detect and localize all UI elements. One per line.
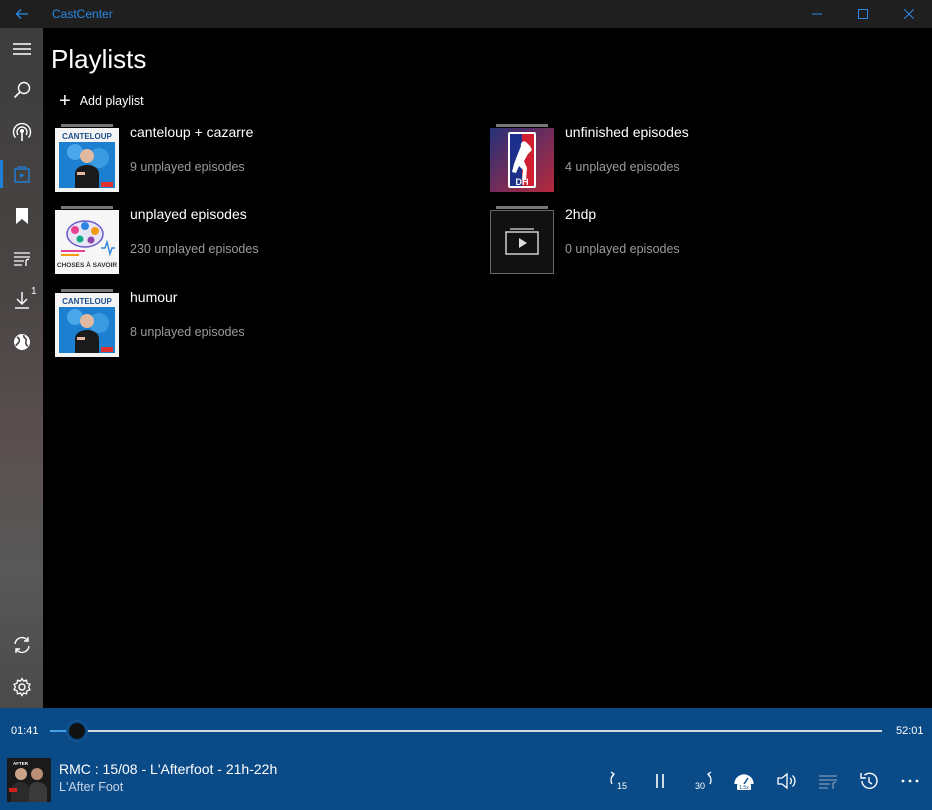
settings-gear-icon[interactable]	[0, 667, 43, 707]
video-placeholder-artwork	[490, 210, 554, 274]
svg-text:1.5x: 1.5x	[739, 785, 749, 791]
forward-30-icon[interactable]: 30	[686, 766, 720, 796]
playlist-count: 0 unplayed episodes	[565, 242, 680, 256]
dh-artwork: DH	[490, 128, 554, 192]
playback-speed-icon[interactable]: 1.5x	[727, 766, 761, 796]
page-title: Playlists	[51, 44, 147, 74]
svg-text:CHOSES À SAVOIR: CHOSES À SAVOIR	[57, 260, 118, 269]
maximize-icon[interactable]	[840, 0, 886, 28]
rewind-15-icon[interactable]: 15	[602, 766, 636, 796]
playlist-item[interactable]: DH unfinished episodes 4 unplayed episod…	[490, 124, 910, 196]
history-icon[interactable]	[852, 766, 886, 796]
volume-icon[interactable]	[769, 766, 803, 796]
more-options-icon[interactable]	[893, 766, 927, 796]
minimize-icon[interactable]	[794, 0, 840, 28]
close-icon[interactable]	[886, 0, 932, 28]
bookmark-icon[interactable]	[0, 196, 43, 236]
player-bar: 01:41 52:01 AFTER RMC : 15/08 - L'Afterf…	[0, 708, 932, 810]
playlist-item[interactable]: 2hdp 0 unplayed episodes	[490, 206, 910, 278]
svg-text:30: 30	[695, 781, 705, 791]
seek-bar[interactable]	[50, 721, 882, 741]
queue-icon[interactable]	[0, 238, 43, 278]
playlist-name: humour	[130, 289, 178, 305]
episode-title[interactable]: RMC : 15/08 - L'Afterfoot - 21h-22h	[59, 761, 277, 777]
brain-artwork: CHOSES À SAVOIR	[55, 210, 119, 274]
playlist-count: 8 unplayed episodes	[130, 325, 245, 339]
download-count-badge: 1	[31, 286, 37, 297]
svg-text:15: 15	[617, 781, 627, 791]
hamburger-menu-icon[interactable]	[0, 29, 43, 69]
title-bar: CastCenter	[0, 0, 932, 28]
show-name[interactable]: L'After Foot	[59, 780, 123, 794]
svg-text:CANTELOUP: CANTELOUP	[62, 297, 112, 306]
playlist-item[interactable]: CANTELOUP canteloup + cazarre 9 unplayed…	[55, 124, 475, 196]
plus-icon: +	[59, 90, 71, 112]
playlist-name: 2hdp	[565, 206, 597, 222]
svg-text:AFTER: AFTER	[13, 761, 29, 766]
download-icon[interactable]: 1	[0, 280, 43, 320]
playlist-name: canteloup + cazarre	[130, 124, 254, 140]
sidebar-nav: 1	[0, 28, 43, 708]
sync-icon[interactable]	[0, 625, 43, 665]
podcast-icon[interactable]	[0, 112, 43, 152]
playlist-item[interactable]: CANTELOUP humour 8 unplayed episodes	[55, 289, 475, 361]
add-playlist-button[interactable]: + Add playlist	[59, 91, 144, 111]
globe-icon[interactable]	[0, 322, 43, 362]
playlist-item[interactable]: CHOSES À SAVOIR unplayed episodes 230 un…	[55, 206, 475, 278]
playlist-name: unplayed episodes	[130, 206, 247, 222]
back-arrow-icon[interactable]	[0, 0, 44, 28]
playlists-icon[interactable]	[0, 154, 43, 194]
pause-icon[interactable]	[643, 766, 677, 796]
add-playlist-label: Add playlist	[79, 94, 144, 108]
queue-list-icon[interactable]	[811, 766, 845, 796]
playlist-name: unfinished episodes	[565, 124, 689, 140]
playlist-count: 230 unplayed episodes	[130, 242, 259, 256]
elapsed-time: 01:41	[11, 725, 39, 737]
main-content: Playlists + Add playlist CANTELOUP cante…	[43, 28, 932, 708]
search-icon[interactable]	[0, 70, 43, 110]
canteloup-artwork: CANTELOUP	[55, 293, 119, 357]
svg-text:DH: DH	[516, 177, 529, 187]
now-playing-artwork[interactable]: AFTER	[7, 758, 51, 802]
playlist-count: 9 unplayed episodes	[130, 160, 245, 174]
playlist-count: 4 unplayed episodes	[565, 160, 680, 174]
seek-handle[interactable]	[66, 721, 87, 741]
duration-time: 52:01	[896, 725, 924, 737]
svg-text:CANTELOUP: CANTELOUP	[62, 132, 112, 141]
canteloup-artwork: CANTELOUP	[55, 128, 119, 192]
app-title: CastCenter	[52, 7, 113, 21]
